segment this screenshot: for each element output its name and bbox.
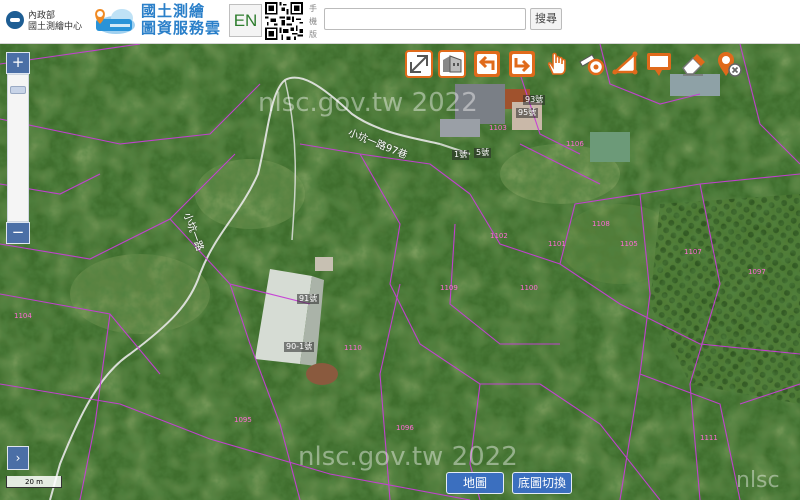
english-language-button[interactable]: EN [229,4,262,37]
zoom-slider-track[interactable] [7,74,29,222]
address-label[interactable]: 1號 [452,150,470,160]
map-watermark[interactable]: nlsc.gov.tw 2022 [258,88,478,118]
zoom-slider-thumb[interactable] [10,86,26,94]
org-name-line2[interactable]: 國土測繪中心 [28,22,82,32]
parcel-number[interactable]: 1097 [748,268,766,276]
parcel-number[interactable]: 1101 [548,240,566,248]
map-watermark-partial[interactable]: nlsc [736,468,780,493]
map-view[interactable]: nlsc.gov.tw 2022 nlsc.gov.tw 2022 nlsc 小… [0,44,800,500]
search-button[interactable]: 搜尋 [530,8,562,30]
address-label[interactable]: 5號 [474,148,492,158]
address-label[interactable]: 93號 [523,95,546,105]
pan-hand-icon[interactable] [543,50,571,78]
map-watermark-bottom[interactable]: nlsc.gov.tw 2022 [298,442,518,472]
parcel-number[interactable]: 1108 [592,220,610,228]
parcel-number[interactable]: 1096 [396,424,414,432]
parcel-number[interactable]: 1109 [440,284,458,292]
full-extent-icon[interactable] [405,50,433,78]
scale-bar[interactable]: 20 m [6,476,62,488]
zoom-out-button[interactable]: − [6,222,30,244]
header-bar: 內政部 國土測繪中心 國土測繪 圖資服務雲 EN 手機版 搜尋 [0,0,800,44]
address-label[interactable]: 91號 [297,294,320,304]
address-label[interactable]: 95號 [516,108,539,118]
side-panel-toggle-button[interactable]: › [7,446,29,470]
3d-view-icon[interactable] [438,50,466,78]
measure-distance-icon[interactable] [578,50,606,78]
cloud-map-icon[interactable] [90,5,136,37]
forward-icon[interactable] [508,50,536,78]
parcel-number[interactable]: 1107 [684,248,702,256]
ministry-logo-icon[interactable] [6,11,24,29]
map-button[interactable]: 地圖 [446,472,504,494]
address-label[interactable]: 90-1號 [284,342,315,352]
qr-code-icon[interactable] [265,2,303,40]
search-input[interactable] [324,8,526,30]
mobile-version-label[interactable]: 手機版 [307,2,319,41]
parcel-number[interactable]: 1095 [234,416,252,424]
parcel-number[interactable]: 1110 [344,344,362,352]
parcel-number[interactable]: 1104 [14,312,32,320]
parcel-number[interactable]: 1103 [489,124,507,132]
back-icon[interactable] [473,50,501,78]
comment-icon[interactable] [645,50,673,78]
org-name-line1[interactable]: 內政部 [28,11,55,21]
brand-title-line2[interactable]: 圖資服務雲 [141,20,221,37]
parcel-number[interactable]: 1105 [620,240,638,248]
clear-markers-icon[interactable] [715,50,743,78]
basemap-switch-button[interactable]: 底圖切換 [512,472,572,494]
eraser-icon[interactable] [679,50,707,78]
parcel-number[interactable]: 1106 [566,140,584,148]
parcel-number[interactable]: 1100 [520,284,538,292]
parcel-number[interactable]: 1102 [490,232,508,240]
measure-area-icon[interactable] [611,50,639,78]
zoom-in-button[interactable]: + [6,52,30,74]
parcel-number[interactable]: 1111 [700,434,718,442]
brand-title-line1[interactable]: 國土測繪 [141,3,205,20]
